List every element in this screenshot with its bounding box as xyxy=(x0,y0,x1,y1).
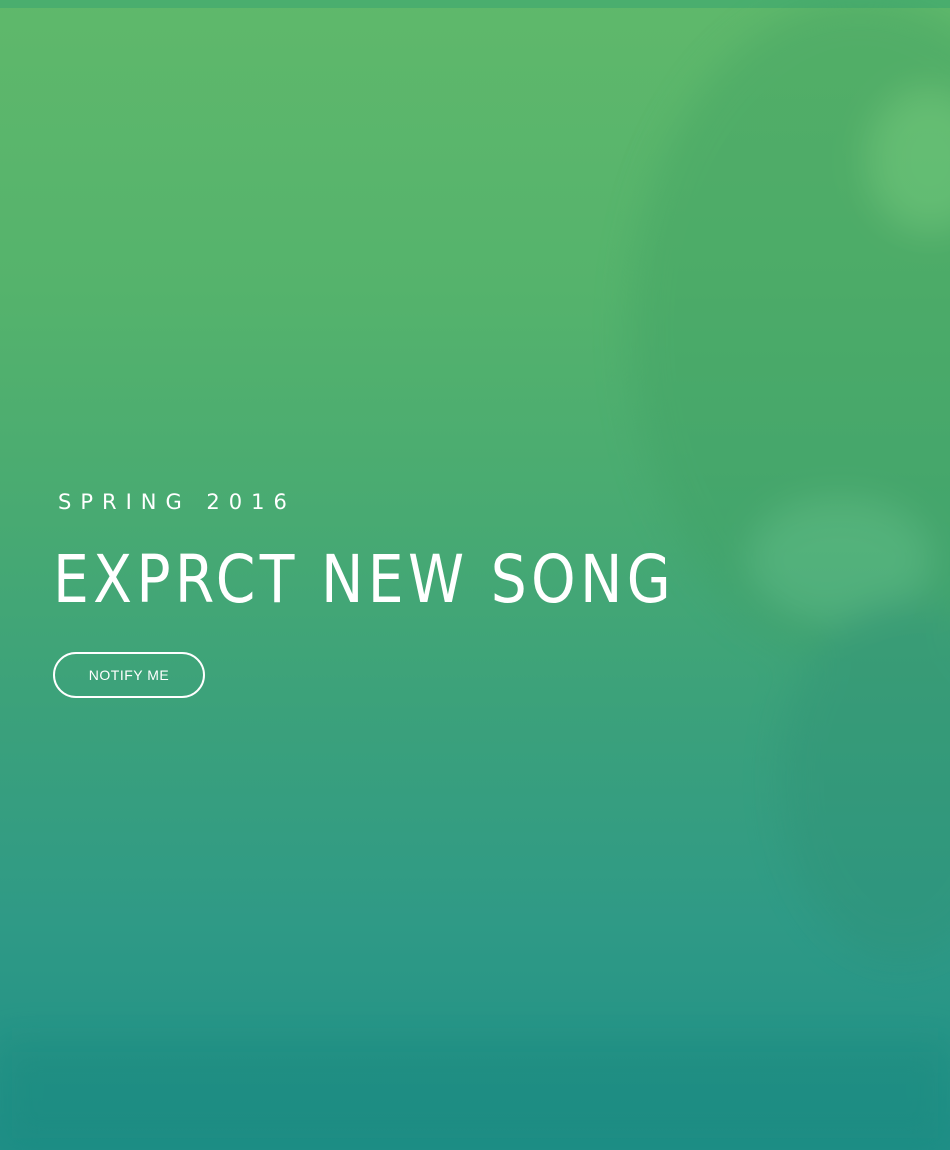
hero-section: SPRING 2016 EXPRCT NEW SONG NOTIFY ME xyxy=(0,0,950,1150)
notify-me-button[interactable]: NOTIFY ME xyxy=(53,652,205,698)
season-label: SPRING 2016 xyxy=(58,490,296,514)
hero-content: SPRING 2016 EXPRCT NEW SONG NOTIFY ME xyxy=(53,488,753,698)
hero-headline: EXPRCT NEW SONG xyxy=(53,541,676,618)
